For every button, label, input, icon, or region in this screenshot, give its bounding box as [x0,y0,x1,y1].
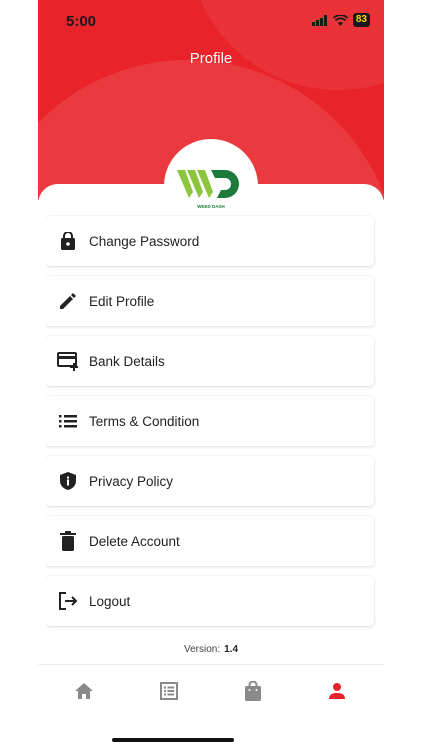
menu-item-label: Logout [89,593,131,609]
profile-menu: Change Password Edit Profile Bank Detail… [46,210,376,635]
shopping-bag-icon [245,681,261,701]
menu-item-label: Delete Account [89,533,180,549]
app-screen: 5:00 83 Profile WEED DASH Change Passwor… [38,0,384,750]
lock-icon [57,230,79,252]
menu-item-label: Privacy Policy [89,473,174,489]
weed-dash-logo: WEED DASH [177,170,239,209]
menu-item-label: Bank Details [89,353,165,369]
change-password-item[interactable]: Change Password [46,216,374,266]
version-value: 1.4 [224,644,239,655]
home-indicator [112,738,234,742]
signal-icon [311,14,327,26]
shield-icon [57,470,79,492]
pencil-icon [57,290,79,312]
orders-icon [160,682,178,700]
home-icon [75,683,93,699]
battery-indicator: 83 [352,13,370,27]
edit-profile-item[interactable]: Edit Profile [46,276,374,326]
svg-text:WEED DASH: WEED DASH [197,204,225,209]
version-label: Version: [183,644,221,655]
nav-profile[interactable] [325,679,349,703]
app-version: Version: 1.4 [38,644,384,655]
menu-item-label: Change Password [89,233,200,249]
logout-icon [57,590,79,612]
nav-home[interactable] [72,679,96,703]
card-add-icon [57,350,79,372]
nav-cart[interactable] [241,679,265,703]
logout-item[interactable]: Logout [46,576,374,626]
page-title: Profile [189,50,233,67]
profile-icon [329,683,345,699]
trash-icon [57,530,79,552]
list-icon [57,410,79,432]
status-time: 5:00 [66,13,97,30]
delete-account-item[interactable]: Delete Account [46,516,374,566]
terms-condition-item[interactable]: Terms & Condition [46,396,374,446]
menu-item-label: Terms & Condition [89,413,200,429]
menu-item-label: Edit Profile [89,293,155,309]
status-icons: 83 [311,13,370,27]
bank-details-item[interactable]: Bank Details [46,336,374,386]
nav-orders[interactable] [157,679,181,703]
bottom-navigation [38,664,384,721]
wifi-icon [332,14,348,26]
privacy-policy-item[interactable]: Privacy Policy [46,456,374,506]
